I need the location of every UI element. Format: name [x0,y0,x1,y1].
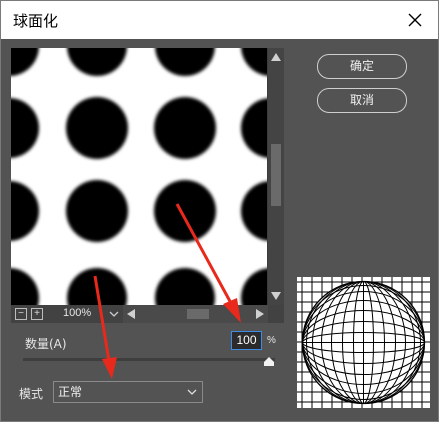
dialog-title: 球面化 [13,12,59,30]
amount-unit: % [267,335,276,346]
scroll-left-icon[interactable] [125,308,137,320]
title-bar: 球面化 [1,1,438,39]
scroll-down-icon[interactable] [270,290,282,302]
mode-selected-value: 正常 [58,385,83,399]
close-icon [408,13,422,27]
polka-dot-preview-image [11,48,267,305]
scroll-up-icon[interactable] [270,51,282,63]
scroll-right-icon[interactable] [254,308,266,320]
spherize-dialog: 球面化 − + 100% 确定 取消 数量(A) 100 % 模式 正常 [0,0,439,422]
amount-input[interactable]: 100 [231,331,262,350]
cancel-button[interactable]: 取消 [317,88,407,113]
close-button[interactable] [392,1,438,39]
chevron-down-icon[interactable] [107,308,121,320]
amount-label: 数量(A) [25,337,67,351]
mode-label: 模式 [19,387,44,401]
zoom-in-button[interactable]: + [31,308,43,320]
amount-slider-track[interactable] [23,358,275,361]
ok-button[interactable]: 确定 [317,54,407,79]
sphere-grid-preview [297,277,430,408]
mode-dropdown[interactable]: 正常 [53,381,203,403]
preview-canvas[interactable] [11,48,267,305]
zoom-level: 100% [63,307,92,319]
horizontal-scrollbar[interactable] [123,305,268,323]
chevron-down-icon [187,389,197,395]
preview-panel: − + 100% [11,48,284,323]
sphere-grid-icon [297,277,430,408]
amount-slider-thumb[interactable] [264,357,274,366]
vertical-scrollbar[interactable] [268,48,284,305]
horizontal-scroll-thumb[interactable] [187,309,209,319]
preview-footer: − + 100% [11,305,284,323]
vertical-scroll-thumb[interactable] [271,144,281,206]
zoom-out-button[interactable]: − [15,308,27,320]
